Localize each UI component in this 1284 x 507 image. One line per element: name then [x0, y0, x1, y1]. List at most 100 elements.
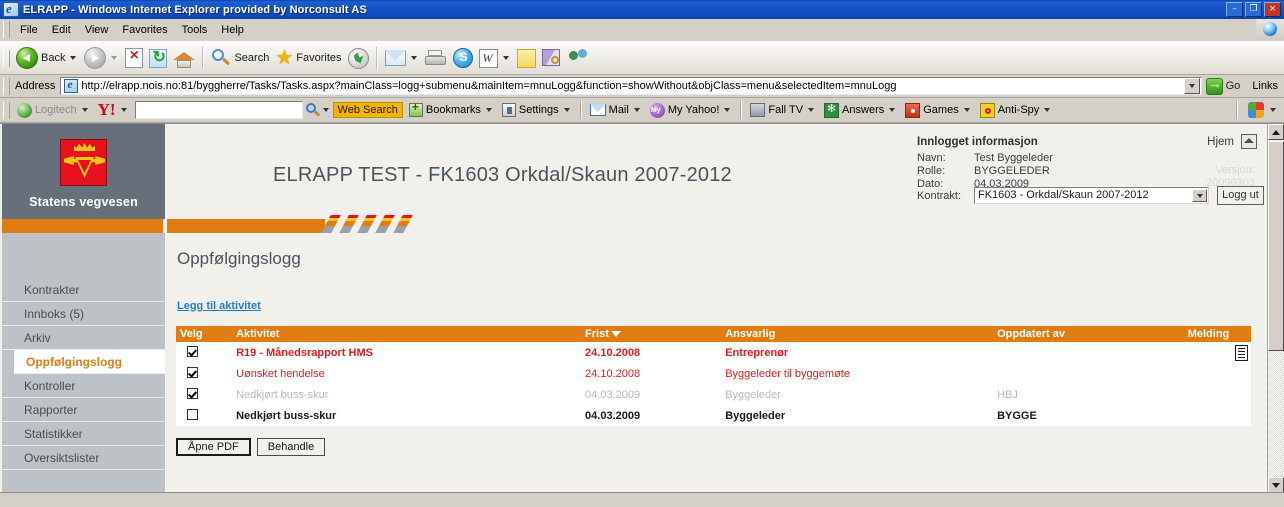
fall-tv-button[interactable]: Fall TV: [746, 100, 820, 120]
row-checkbox-cell[interactable]: [176, 342, 233, 363]
home-link[interactable]: Hjem: [1207, 136, 1234, 148]
home-button[interactable]: [170, 45, 198, 71]
open-pdf-button[interactable]: Åpne PDF: [176, 438, 251, 456]
yahoo-logo-button[interactable]: Y!: [94, 100, 133, 120]
menu-item-tools[interactable]: Tools: [175, 22, 215, 38]
forward-dropdown-icon[interactable]: [111, 56, 118, 60]
print-button[interactable]: [422, 45, 450, 71]
menu-item-file[interactable]: File: [13, 22, 45, 38]
address-input[interactable]: http://elrapp.nois.no:81/byggherre/Tasks…: [60, 77, 1202, 95]
sidebar-item-oversiktslister[interactable]: Oversiktslister: [2, 446, 165, 470]
table-row[interactable]: Nedkjørt buss-skur 04.03.2009 Byggeleder…: [176, 384, 1251, 405]
go-button[interactable]: Go: [1202, 76, 1247, 95]
menu-item-edit[interactable]: Edit: [45, 22, 78, 38]
messenger-button[interactable]: [565, 45, 593, 71]
row-checkbox[interactable]: [187, 408, 198, 420]
close-button[interactable]: ×: [1264, 2, 1281, 17]
word-button[interactable]: [476, 45, 514, 71]
column-header-frist[interactable]: Frist: [581, 326, 722, 342]
column-header-oppdatert-av[interactable]: Oppdatert av: [993, 326, 1184, 342]
my-yahoo-dropdown-icon[interactable]: [724, 108, 731, 112]
web-search-button[interactable]: Web Search: [332, 102, 403, 118]
anti-spy-dropdown-icon[interactable]: [1044, 108, 1051, 112]
column-header-melding[interactable]: Melding: [1183, 326, 1251, 342]
scroll-down-button[interactable]: [1268, 477, 1284, 493]
table-row[interactable]: Uønsket hendelse 24.10.2008 Byggeleder t…: [176, 363, 1251, 384]
table-row[interactable]: Nedkjørt buss-skur 04.03.2009 Byggeleder…: [176, 405, 1251, 426]
message-icon[interactable]: [1235, 344, 1248, 361]
favorites-button[interactable]: ★ Favorites: [272, 45, 344, 71]
menu-item-help[interactable]: Help: [214, 22, 251, 38]
row-checkbox[interactable]: [187, 345, 198, 357]
table-row[interactable]: R19 - Månedsrapport HMS 24.10.2008 Entre…: [176, 342, 1251, 363]
sidebar-item-innboks[interactable]: Innboks (5): [2, 302, 165, 326]
menu-item-view[interactable]: View: [78, 22, 116, 38]
row-checkbox-cell[interactable]: [176, 363, 233, 384]
cell-melding[interactable]: [1183, 342, 1251, 363]
links-button[interactable]: Links: [1246, 80, 1284, 92]
row-checkbox[interactable]: [187, 387, 198, 399]
anti-spy-button[interactable]: Anti-Spy: [976, 100, 1057, 120]
column-header-aktivitet[interactable]: Aktivitet: [232, 326, 582, 342]
menu-grip[interactable]: [3, 21, 10, 38]
fall-tv-dropdown-icon[interactable]: [808, 108, 815, 112]
logitech-dropdown-icon[interactable]: [81, 108, 88, 112]
logout-button[interactable]: Logg ut: [1217, 186, 1264, 205]
acrobat-dropdown-icon[interactable]: [1270, 108, 1276, 112]
yahoo-mail-dropdown-icon[interactable]: [633, 108, 640, 112]
acrobat-icon[interactable]: [1248, 102, 1264, 118]
sidebar-item-kontrakter[interactable]: Kontrakter: [2, 278, 165, 302]
search-button[interactable]: Search: [208, 45, 272, 71]
toolbar-grip[interactable]: [3, 49, 10, 67]
mail-dropdown-icon[interactable]: [410, 56, 417, 60]
chevron-down-icon[interactable]: [1192, 189, 1207, 202]
row-checkbox-cell[interactable]: [176, 405, 233, 426]
skype-button[interactable]: [450, 45, 476, 71]
yahoo-grip[interactable]: [3, 101, 10, 119]
address-grip[interactable]: [3, 77, 10, 95]
research-button[interactable]: [539, 45, 565, 71]
sidebar-item-kontroller[interactable]: Kontroller: [2, 374, 165, 398]
note-button[interactable]: [514, 45, 539, 71]
add-activity-link[interactable]: Legg til aktivitet: [177, 300, 261, 312]
behandle-button[interactable]: Behandle: [256, 438, 326, 456]
bookmarks-button[interactable]: Bookmarks: [405, 100, 498, 120]
row-checkbox[interactable]: [187, 366, 198, 378]
refresh-button[interactable]: [146, 45, 170, 71]
mail-button[interactable]: [382, 45, 422, 71]
yahoo-dropdown-icon[interactable]: [120, 108, 127, 112]
sidebar-item-arkiv[interactable]: Arkiv: [2, 326, 165, 350]
answers-dropdown-icon[interactable]: [889, 108, 896, 112]
back-button[interactable]: Back: [13, 45, 81, 71]
sidebar-item-rapporter[interactable]: Rapporter: [2, 398, 165, 422]
column-header-velg[interactable]: Velg: [176, 326, 233, 342]
stop-button[interactable]: [122, 45, 146, 71]
bookmarks-dropdown-icon[interactable]: [485, 108, 492, 112]
sidebar-item-oppfolgingslogg[interactable]: Oppfølgingslogg: [14, 350, 165, 374]
scrollbar-thumb[interactable]: [1268, 141, 1284, 351]
yahoo-search-icon[interactable]: [305, 102, 321, 118]
maximize-button[interactable]: ❐: [1245, 2, 1262, 17]
forward-button[interactable]: [81, 45, 122, 71]
settings-dropdown-icon[interactable]: [563, 108, 570, 112]
home-icon[interactable]: [1241, 134, 1257, 149]
column-header-ansvarlig[interactable]: Ansvarlig: [721, 326, 994, 342]
history-button[interactable]: [345, 45, 372, 71]
minimize-button[interactable]: –: [1226, 2, 1243, 17]
contract-select[interactable]: FK1603 - Orkdal/Skaun 2007-2012: [974, 187, 1209, 204]
scroll-up-button[interactable]: [1268, 124, 1284, 140]
menu-item-favorites[interactable]: Favorites: [115, 22, 174, 38]
settings-button[interactable]: Settings: [498, 100, 576, 120]
row-checkbox-cell[interactable]: [176, 384, 233, 405]
address-dropdown-button[interactable]: [1183, 78, 1200, 94]
yahoo-search-dropdown-icon[interactable]: [322, 108, 329, 112]
games-button[interactable]: Games: [901, 100, 975, 120]
games-dropdown-icon[interactable]: [963, 108, 970, 112]
my-yahoo-button[interactable]: My Yahoo!: [646, 100, 737, 120]
yahoo-mail-button[interactable]: Mail: [586, 100, 646, 120]
back-dropdown-icon[interactable]: [70, 56, 77, 60]
answers-button[interactable]: Answers: [820, 100, 901, 120]
sidebar-item-statistikker[interactable]: Statistikker: [2, 422, 165, 446]
vertical-scrollbar[interactable]: [1267, 124, 1284, 493]
logitech-button[interactable]: Logitech: [13, 100, 94, 120]
